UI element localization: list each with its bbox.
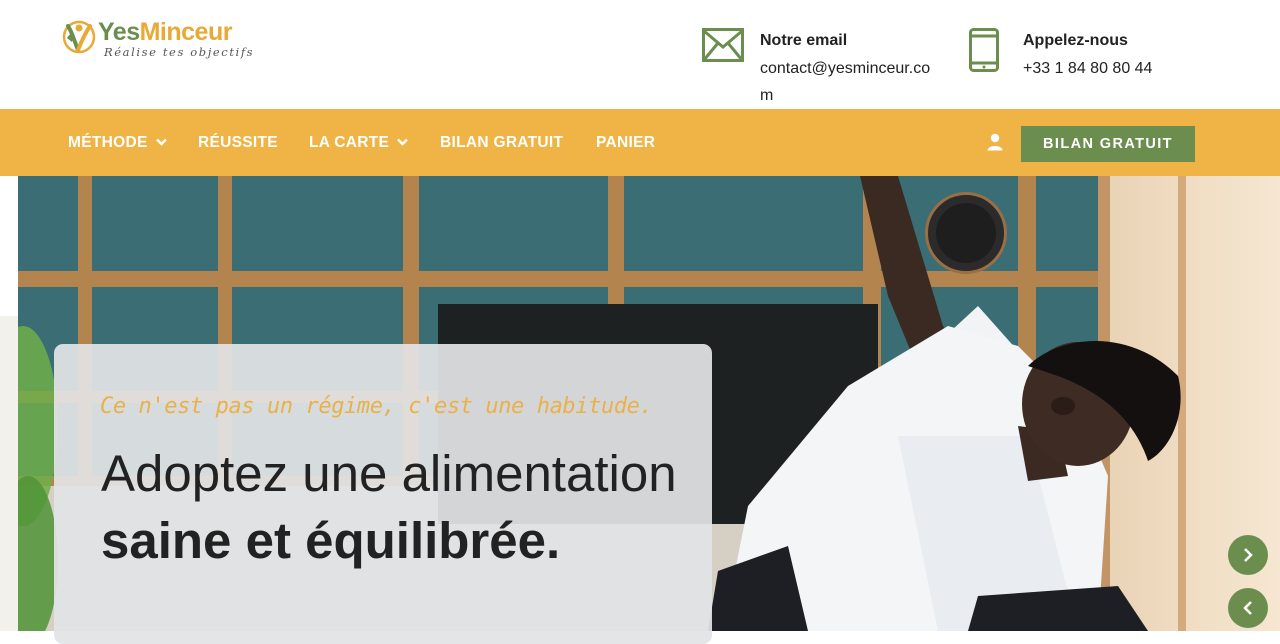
chevron-down-icon xyxy=(155,138,167,146)
nav-item-la-carte[interactable]: LA CARTE xyxy=(309,109,409,176)
contact-phone-title: Appelez-nous xyxy=(1023,32,1128,49)
bilan-gratuit-button[interactable]: BILAN GRATUIT xyxy=(1021,126,1195,162)
hero-headline: Adoptez une alimentation saine et équili… xyxy=(101,440,691,574)
logo-word-minceur: Minceur xyxy=(139,18,233,46)
user-icon[interactable] xyxy=(986,133,1004,151)
chevron-down-icon xyxy=(397,138,409,146)
contact-email-title: Notre email xyxy=(760,32,848,49)
site-header: YesMinceur Réalise tes objectifs Notre e… xyxy=(0,0,1280,109)
nav-item-methode-label: MÉTHODE xyxy=(68,134,148,151)
contact-phone-link[interactable]: +33 1 84 80 80 44 xyxy=(1023,55,1152,82)
nav-item-bilan-gratuit-label: BILAN GRATUIT xyxy=(440,134,564,151)
mobile-phone-icon xyxy=(969,28,999,72)
contact-email-link[interactable]: contact@yesminceur.com xyxy=(760,55,940,109)
envelope-icon xyxy=(702,28,744,62)
logo-mark-icon xyxy=(62,20,96,54)
nav-item-bilan-gratuit[interactable]: BILAN GRATUIT xyxy=(440,109,563,176)
chevron-right-icon xyxy=(1244,548,1253,562)
logo-word-yes: Yes xyxy=(98,18,140,46)
nav-item-reussite[interactable]: RÉUSSITE xyxy=(198,109,278,176)
slider-prev-button[interactable] xyxy=(1228,588,1268,628)
nav-item-panier[interactable]: PANIER xyxy=(596,109,655,176)
slider-next-button[interactable] xyxy=(1228,535,1268,575)
hero-headline-regular: Adoptez une alimentation xyxy=(101,445,677,502)
logo-tagline: Réalise tes objectifs xyxy=(104,45,255,59)
logo-wordmark: YesMinceur xyxy=(98,17,232,47)
site-logo[interactable]: YesMinceur Réalise tes objectifs xyxy=(62,16,262,64)
nav-item-la-carte-label: LA CARTE xyxy=(309,134,390,151)
chevron-left-icon xyxy=(1243,601,1252,615)
hero-kicker: Ce n'est pas un régime, c'est une habitu… xyxy=(100,394,653,419)
hero-left-edge xyxy=(0,316,18,631)
nav-item-panier-label: PANIER xyxy=(596,134,656,151)
nav-item-methode[interactable]: MÉTHODE xyxy=(68,109,167,176)
hero-text-card: Ce n'est pas un régime, c'est une habitu… xyxy=(54,344,712,644)
main-navigation: MÉTHODE RÉUSSITE LA CARTE BILAN GRATUIT … xyxy=(0,109,1280,176)
nav-item-reussite-label: RÉUSSITE xyxy=(198,134,278,151)
hero-headline-bold: saine et équilibrée. xyxy=(101,512,561,569)
